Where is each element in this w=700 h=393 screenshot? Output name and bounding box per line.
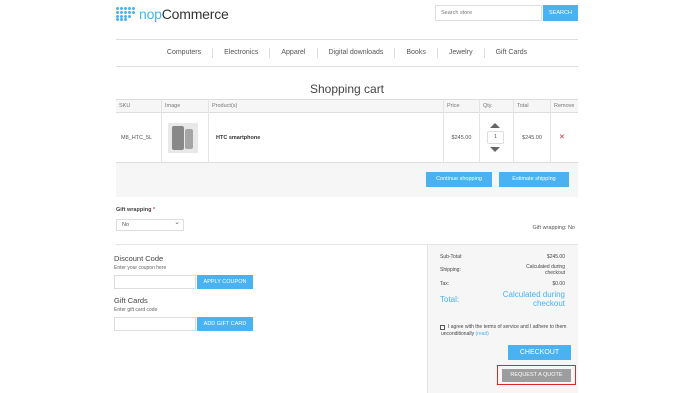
coupon-input[interactable]	[114, 275, 196, 289]
gift-wrapping-info: Gift wrapping: No	[532, 225, 576, 231]
gift-wrapping-label: Gift wrapping *	[116, 207, 156, 213]
qty-decrease-icon[interactable]	[490, 147, 500, 152]
cell-image	[161, 113, 208, 162]
menu-item-gift-cards[interactable]: Gift Cards	[485, 48, 539, 58]
cell-sku: M8_HTC_5L	[121, 134, 153, 141]
menu-item-digital-downloads[interactable]: Digital downloads	[318, 48, 396, 58]
gift-card-input[interactable]	[114, 317, 196, 331]
column-total: Total	[513, 100, 550, 113]
remove-icon[interactable]: ✕	[559, 133, 565, 141]
terms-text: I agree with the terms of service and I …	[441, 324, 567, 337]
quantity-input[interactable]: 1	[487, 131, 504, 144]
checkout-button[interactable]: CHECKOUT	[508, 345, 571, 360]
total-value: Calculated during checkout	[502, 290, 565, 308]
product-image[interactable]	[168, 122, 198, 153]
subtotal-label: Sub-Total:	[440, 254, 463, 260]
search-button[interactable]: SEARCH	[543, 5, 578, 21]
apply-coupon-button[interactable]: APPLY COUPON	[197, 275, 253, 289]
terms-read-link[interactable]: (read)	[475, 331, 488, 337]
shipping-value: Calculated during checkout	[526, 264, 565, 276]
continue-shopping-button[interactable]: Continue shopping	[426, 172, 492, 187]
gift-cards-hint: Enter gift card code	[114, 307, 158, 313]
page-title: Shopping cart	[309, 82, 385, 96]
column-qty: Qty.	[479, 100, 513, 113]
column-image: Image	[161, 100, 208, 113]
gift-wrapping-select[interactable]: No	[116, 218, 184, 231]
cart-actions-bar: Continue shopping Estimate shipping	[116, 163, 578, 197]
menu-item-jewelry[interactable]: Jewelry	[438, 48, 485, 58]
tax-value: $0.00	[552, 281, 565, 287]
search-input[interactable]: Search store	[435, 5, 542, 21]
estimate-shipping-button[interactable]: Estimate shipping	[499, 172, 569, 187]
logo-dots-icon	[116, 7, 136, 21]
product-name-link[interactable]: HTC smartphone	[208, 113, 443, 162]
qty-increase-icon[interactable]	[490, 123, 500, 128]
cell-price: $245.00	[443, 113, 479, 162]
gift-cards-title: Gift Cards	[114, 296, 148, 305]
column-sku: SKU	[119, 103, 131, 109]
column-products: Product(s)	[208, 100, 443, 113]
column-price: Price	[443, 100, 479, 113]
subtotal-value: $245.00	[546, 254, 565, 260]
shipping-label: Shipping:	[440, 267, 461, 273]
menu-item-apparel[interactable]: Apparel	[270, 48, 318, 58]
store-logo[interactable]: nopCommerce	[116, 6, 229, 22]
column-remove: Remove	[550, 100, 578, 113]
top-menu: Computers Electronics Apparel Digital do…	[116, 39, 578, 67]
cell-total: $245.00	[513, 113, 550, 162]
menu-item-electronics[interactable]: Electronics	[213, 48, 271, 58]
menu-item-books[interactable]: Books	[395, 48, 438, 58]
table-row: M8_HTC_5L HTC smartphone $245.00 $245.00	[116, 113, 578, 163]
tax-label: Tax:	[440, 281, 450, 287]
discount-title: Discount Code	[114, 254, 164, 263]
discount-hint: Enter your coupon here	[114, 265, 167, 271]
add-gift-card-button[interactable]: ADD GIFT CARD	[197, 317, 253, 331]
logo-text: nopCommerce	[139, 6, 229, 22]
total-label: Total:	[440, 295, 460, 304]
request-quote-button[interactable]: REQUEST A QUOTE	[502, 369, 571, 382]
cart-table-header: SKU Image Product(s) Price Qty. Total Re…	[116, 99, 578, 113]
menu-item-computers[interactable]: Computers	[156, 48, 214, 58]
